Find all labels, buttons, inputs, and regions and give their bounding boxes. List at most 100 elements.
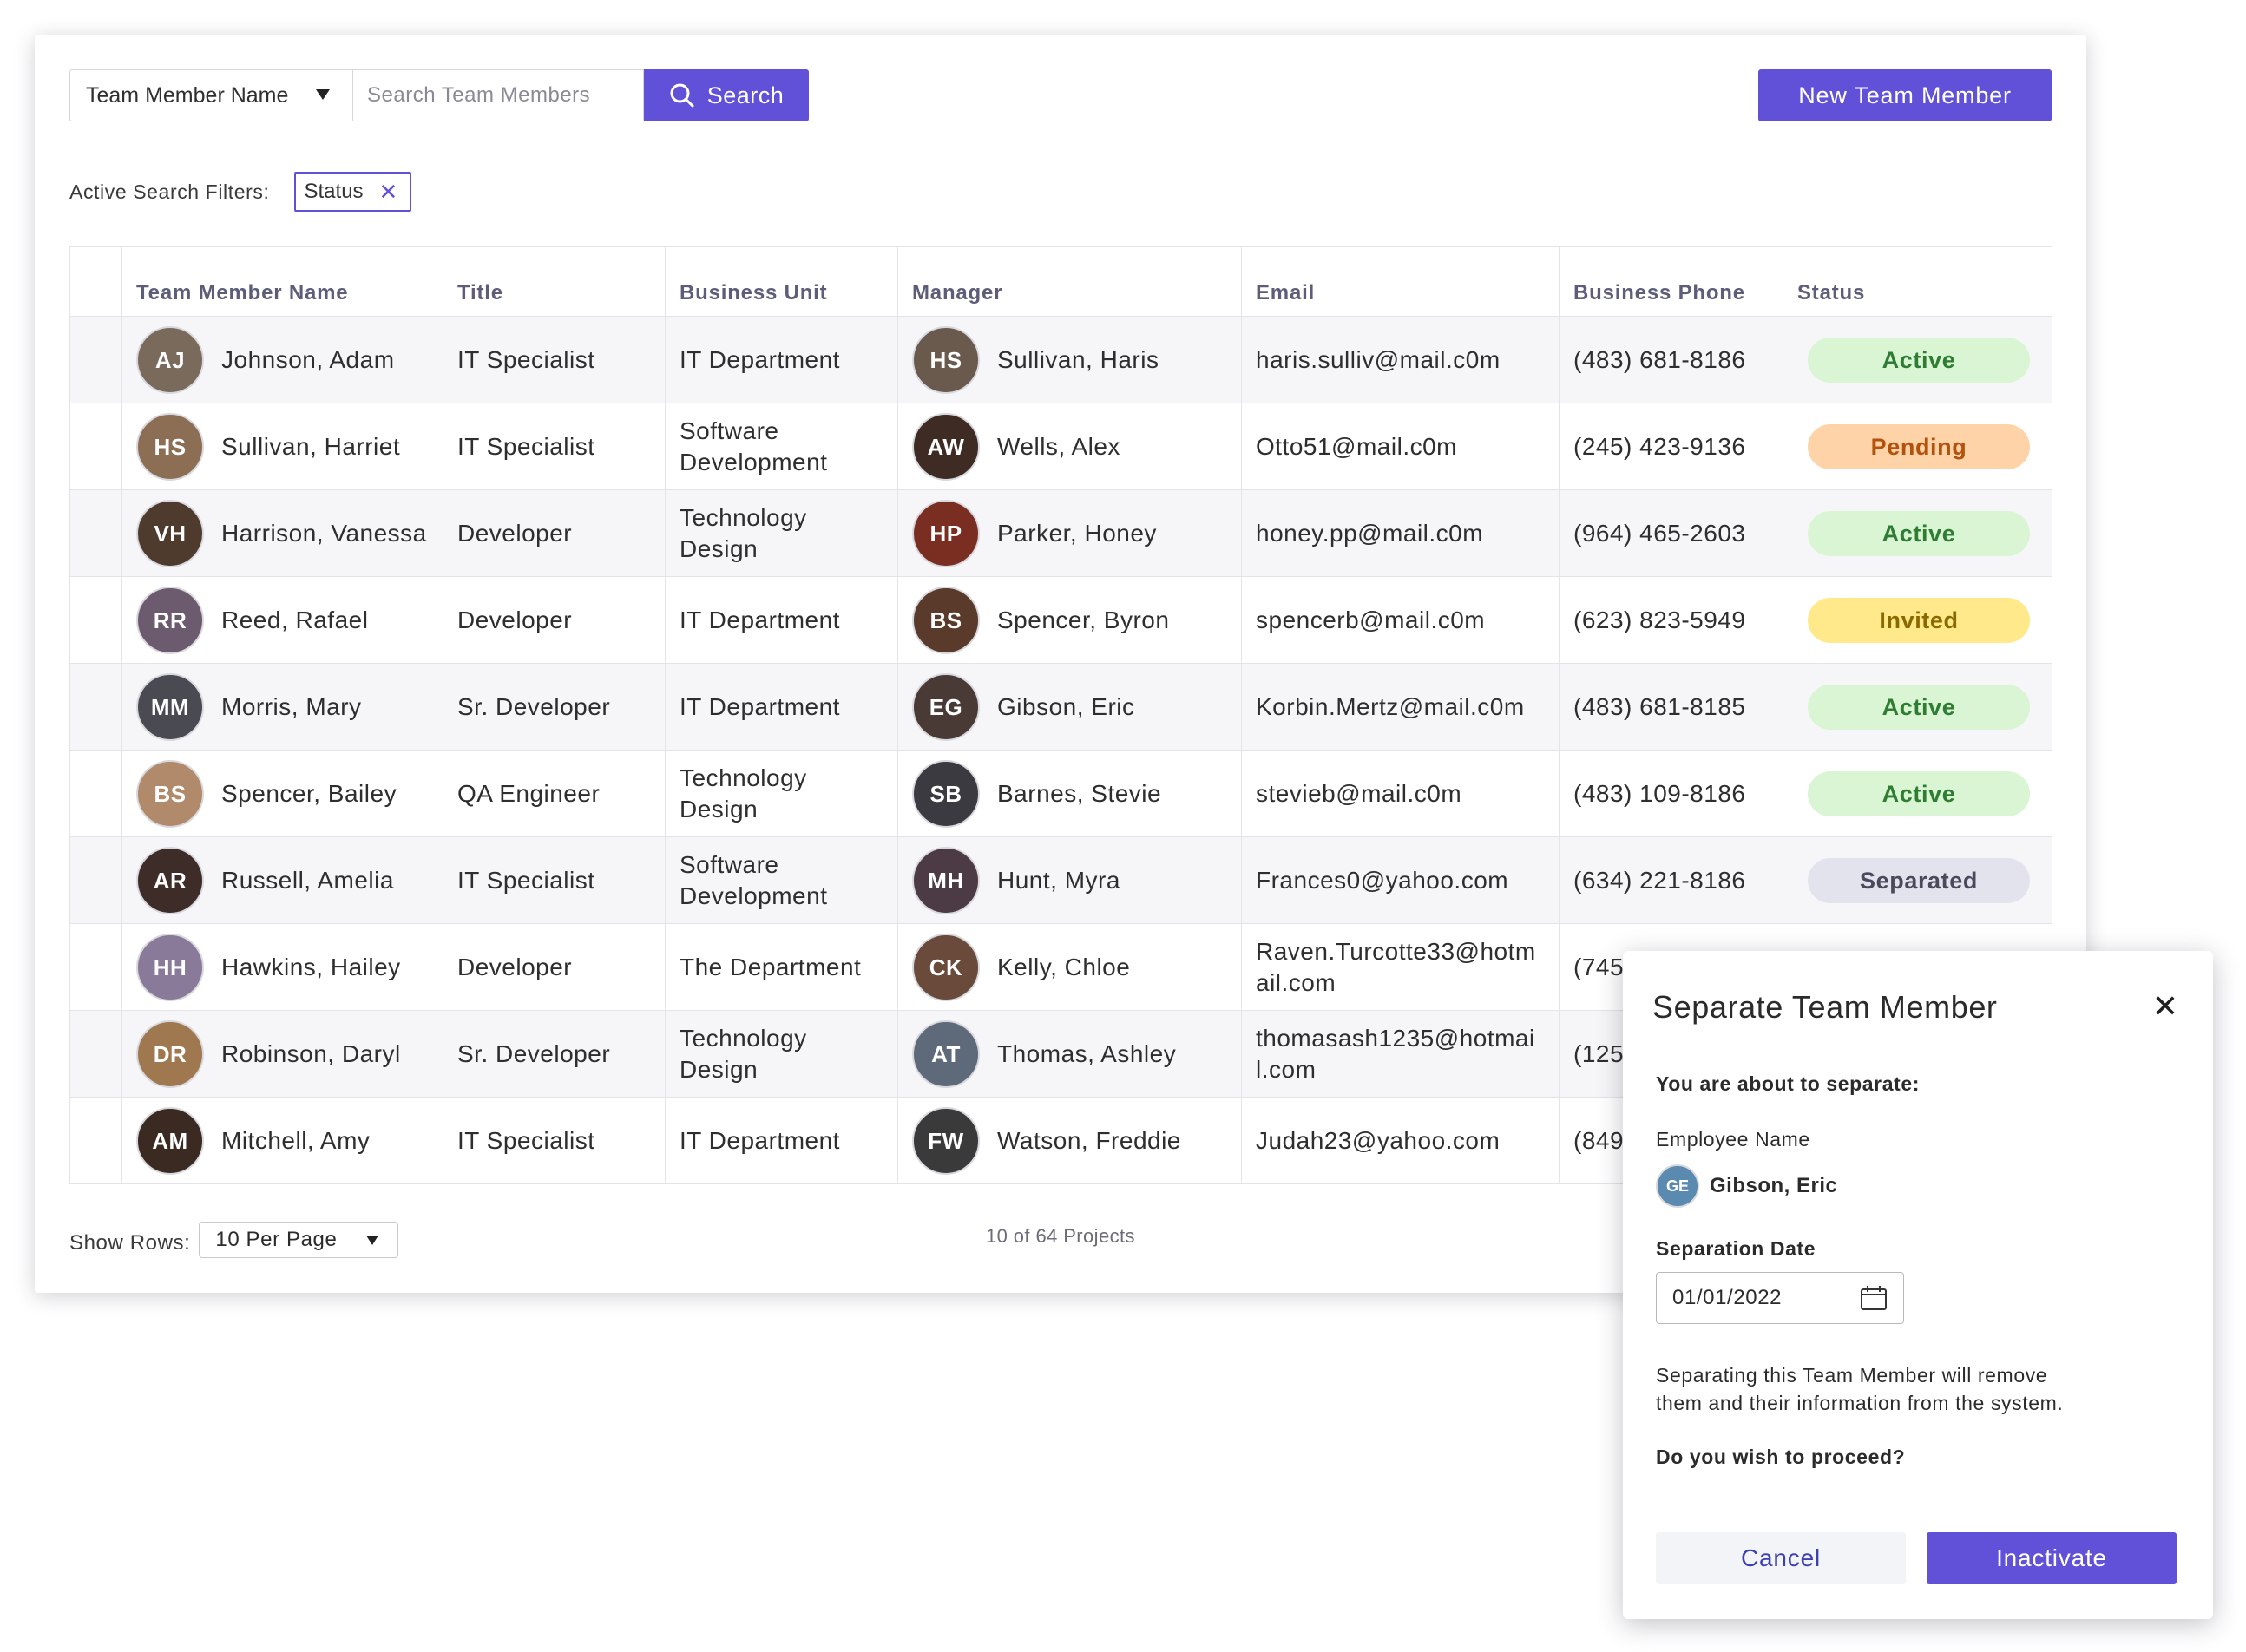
row-select-cell[interactable] xyxy=(69,1097,122,1184)
table-header-row: Team Member Name Title Business Unit Man… xyxy=(69,246,2052,317)
team-member-cell[interactable]: BS Spencer, Bailey xyxy=(121,750,443,837)
search-input[interactable] xyxy=(352,69,644,121)
separation-date-label: Separation Date xyxy=(1656,1237,1816,1260)
inactivate-button[interactable]: Inactivate xyxy=(1927,1532,2177,1584)
status-badge: Active xyxy=(1808,510,2030,556)
team-member: HH Hawkins, Hailey xyxy=(136,933,429,1001)
title-cell: Developer xyxy=(443,923,666,1011)
row-select-cell[interactable] xyxy=(69,489,122,577)
business-unit-cell: Software Development xyxy=(665,403,898,490)
caret-down-icon xyxy=(316,89,330,100)
row-select-cell[interactable] xyxy=(69,403,122,490)
manager-name: Parker, Honey xyxy=(997,519,1157,547)
manager-name: Gibson, Eric xyxy=(997,692,1135,720)
table-row[interactable]: AR Russell, Amelia IT Specialist Softwar… xyxy=(69,836,2052,924)
email-cell: stevieb@mail.c0m xyxy=(1241,750,1560,837)
column-header-email[interactable]: Email xyxy=(1241,246,1560,317)
search-button[interactable]: Search xyxy=(644,69,809,121)
manager: MH Hunt, Myra xyxy=(912,846,1227,914)
new-team-member-button[interactable]: New Team Member xyxy=(1758,69,2052,121)
team-member-cell[interactable]: MM Morris, Mary xyxy=(121,663,443,751)
manager-name: Sullivan, Haris xyxy=(997,345,1159,373)
title-cell: QA Engineer xyxy=(443,750,666,837)
team-member-name: Robinson, Daryl xyxy=(221,1039,401,1067)
avatar: MH xyxy=(912,846,980,914)
column-header-manager[interactable]: Manager xyxy=(897,246,1242,317)
team-member: RR Reed, Rafael xyxy=(136,586,429,654)
search-bar: Team Member Name Search xyxy=(69,69,809,121)
search-field-select[interactable]: Team Member Name xyxy=(69,69,352,121)
table-row[interactable]: VH Harrison, Vanessa Developer Technolog… xyxy=(69,489,2052,577)
team-member-cell[interactable]: VH Harrison, Vanessa xyxy=(121,489,443,577)
team-member-name: Spencer, Bailey xyxy=(221,779,397,807)
search-icon xyxy=(670,83,694,108)
manager: HP Parker, Honey xyxy=(912,499,1227,567)
status-cell: Pending xyxy=(1783,403,2052,490)
row-select-cell[interactable] xyxy=(69,576,122,664)
team-member: BS Spencer, Bailey xyxy=(136,759,429,828)
warning-line-1: Separating this Team Member will remove xyxy=(1656,1364,2048,1386)
calendar-icon[interactable] xyxy=(1860,1285,1888,1311)
close-icon[interactable]: ✕ xyxy=(2152,991,2178,1022)
status-cell: Active xyxy=(1783,316,2052,403)
table-row[interactable]: MM Morris, Mary Sr. Developer IT Departm… xyxy=(69,663,2052,751)
column-header-title[interactable]: Title xyxy=(443,246,666,317)
row-select-cell[interactable] xyxy=(69,1010,122,1098)
status-cell: Active xyxy=(1783,750,2052,837)
warning-line-2: them and their information from the syst… xyxy=(1656,1392,2064,1414)
team-member-cell[interactable]: AJ Johnson, Adam xyxy=(121,316,443,403)
team-member-cell[interactable]: AR Russell, Amelia xyxy=(121,836,443,924)
column-header-status[interactable]: Status xyxy=(1783,246,2052,317)
manager-cell: EG Gibson, Eric xyxy=(897,663,1242,751)
column-header-phone[interactable]: Business Phone xyxy=(1559,246,1783,317)
manager-cell: MH Hunt, Myra xyxy=(897,836,1242,924)
manager-cell: AW Wells, Alex xyxy=(897,403,1242,490)
cancel-button[interactable]: Cancel xyxy=(1656,1532,1906,1584)
team-member-cell[interactable]: DR Robinson, Daryl xyxy=(121,1010,443,1098)
table-row[interactable]: RR Reed, Rafael Developer IT Department … xyxy=(69,576,2052,664)
team-member-cell[interactable]: HS Sullivan, Harriet xyxy=(121,403,443,490)
avatar: AW xyxy=(912,412,980,481)
email-cell: spencerb@mail.c0m xyxy=(1241,576,1560,664)
row-select-cell[interactable] xyxy=(69,316,122,403)
team-member: HS Sullivan, Harriet xyxy=(136,412,429,481)
title-cell: Sr. Developer xyxy=(443,663,666,751)
status-cell: Separated xyxy=(1783,836,2052,924)
phone-cell: (483) 109-8186 xyxy=(1559,750,1783,837)
manager-name: Kelly, Chloe xyxy=(997,953,1131,980)
team-member-cell[interactable]: HH Hawkins, Hailey xyxy=(121,923,443,1011)
status-cell: Active xyxy=(1783,489,2052,577)
rows-per-page-select[interactable]: 10 Per Page xyxy=(199,1222,399,1258)
row-select-cell[interactable] xyxy=(69,750,122,837)
manager-cell: HP Parker, Honey xyxy=(897,489,1242,577)
separation-date-value: 01/01/2022 xyxy=(1672,1286,1783,1309)
team-member-cell[interactable]: RR Reed, Rafael xyxy=(121,576,443,664)
row-select-cell[interactable] xyxy=(69,663,122,751)
status-badge: Separated xyxy=(1808,857,2030,903)
team-member: DR Robinson, Daryl xyxy=(136,1019,429,1088)
table-row[interactable]: AJ Johnson, Adam IT Specialist IT Depart… xyxy=(69,316,2052,403)
avatar: CK xyxy=(912,933,980,1001)
manager: FW Watson, Freddie xyxy=(912,1106,1227,1175)
team-member-cell[interactable]: AM Mitchell, Amy xyxy=(121,1097,443,1184)
table-row[interactable]: BS Spencer, Bailey QA Engineer Technolog… xyxy=(69,750,2052,837)
filter-chip-status[interactable]: Status ✕ xyxy=(293,172,412,212)
manager-name: Thomas, Ashley xyxy=(997,1039,1177,1067)
manager-cell: FW Watson, Freddie xyxy=(897,1097,1242,1184)
manager: EG Gibson, Eric xyxy=(912,672,1227,741)
row-select-cell[interactable] xyxy=(69,923,122,1011)
business-unit-cell: IT Department xyxy=(665,663,898,751)
active-filters-label: Active Search Filters: xyxy=(69,180,270,203)
table-row[interactable]: HS Sullivan, Harriet IT Specialist Softw… xyxy=(69,403,2052,490)
column-header-name[interactable]: Team Member Name xyxy=(121,246,443,317)
avatar: GE xyxy=(1656,1164,1699,1208)
separation-date-field[interactable]: 01/01/2022 xyxy=(1656,1272,1904,1324)
team-member: AM Mitchell, Amy xyxy=(136,1106,429,1175)
manager-name: Spencer, Byron xyxy=(997,606,1170,633)
avatar: AJ xyxy=(136,325,204,394)
column-header-business-unit[interactable]: Business Unit xyxy=(665,246,898,317)
employee-name-label: Employee Name xyxy=(1656,1128,1810,1150)
close-icon[interactable]: ✕ xyxy=(379,180,398,203)
team-member-name: Mitchell, Amy xyxy=(221,1126,371,1154)
row-select-cell[interactable] xyxy=(69,836,122,924)
